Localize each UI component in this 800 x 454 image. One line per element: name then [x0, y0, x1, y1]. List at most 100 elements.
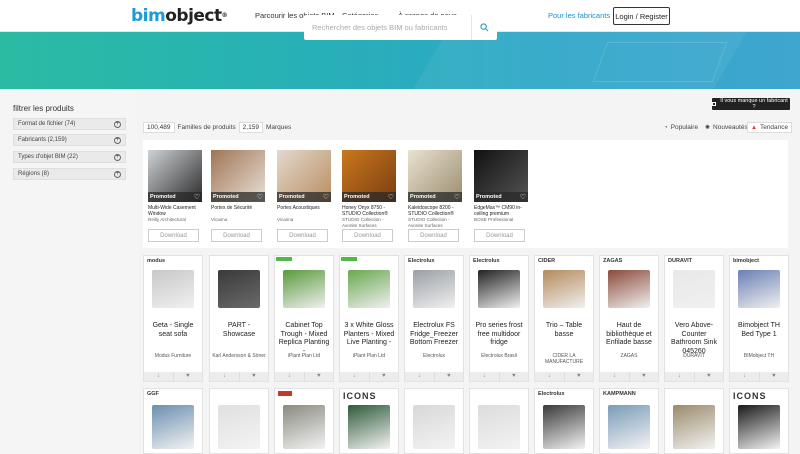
- product-image[interactable]: [665, 389, 723, 451]
- heart-icon[interactable]: ♥: [498, 372, 529, 381]
- heart-icon[interactable]: ♥: [238, 372, 269, 381]
- product-image[interactable]: DURAVIT: [665, 256, 723, 318]
- product-title[interactable]: Bimobject TH Bed Type 1: [732, 322, 786, 339]
- promoted-item[interactable]: Promoted ♡ Portes de Sécurité Vicaima: [211, 150, 265, 223]
- product-image[interactable]: [275, 389, 333, 451]
- heart-icon[interactable]: ♡: [194, 193, 200, 201]
- login-register-button[interactable]: Login / Register: [613, 7, 670, 25]
- product-card[interactable]: ICONS: [339, 388, 399, 454]
- heart-icon[interactable]: ♥: [563, 372, 594, 381]
- product-brand[interactable]: ZAGAS: [602, 353, 656, 359]
- product-card[interactable]: [209, 388, 269, 454]
- download-icon[interactable]: ↓: [405, 372, 434, 381]
- product-card[interactable]: [664, 388, 724, 454]
- product-brand[interactable]: Electrolux Brasil: [472, 353, 526, 359]
- heart-icon[interactable]: ♥: [628, 372, 659, 381]
- heart-icon[interactable]: ♡: [257, 193, 263, 201]
- promoted-image[interactable]: Promoted ♡: [342, 150, 396, 202]
- promoted-brand[interactable]: STUDIO Collection - Avonite Surfaces: [408, 217, 462, 228]
- product-image[interactable]: [340, 256, 398, 318]
- product-brand[interactable]: BIMobject TH: [732, 353, 786, 359]
- product-brand[interactable]: Modus Furniture: [146, 353, 200, 359]
- product-card[interactable]: ICONS: [729, 388, 789, 454]
- product-image[interactable]: [405, 389, 463, 451]
- heart-icon[interactable]: ♥: [693, 372, 724, 381]
- product-brand[interactable]: Electrolux: [407, 353, 461, 359]
- product-image[interactable]: modus: [144, 256, 202, 318]
- nav-manufacturers-link[interactable]: Pour les fabricants: [548, 11, 610, 20]
- heart-icon[interactable]: ♡: [388, 193, 394, 201]
- promoted-item[interactable]: Promoted ♡ Honey Onyx 8750 - STUDIO Collec…: [342, 150, 396, 228]
- product-image[interactable]: GGF: [144, 389, 202, 451]
- search-input[interactable]: [304, 15, 471, 40]
- search-button[interactable]: [471, 15, 497, 40]
- promoted-item[interactable]: Promoted ♡ Portes Acoustiques Vicaima: [277, 150, 331, 223]
- promoted-item[interactable]: Promoted ♡ Kaleidoscope 8200 - STUDIO Coll…: [408, 150, 462, 228]
- product-title[interactable]: Geta - Single seat sofa: [146, 322, 200, 339]
- download-button[interactable]: Download: [211, 229, 262, 242]
- product-title[interactable]: Pro series frost free multidoor fridge: [472, 322, 526, 348]
- download-icon[interactable]: ↓: [730, 372, 759, 381]
- download-icon[interactable]: ↓: [210, 372, 239, 381]
- heart-icon[interactable]: ♡: [323, 193, 329, 201]
- product-image[interactable]: Electrolux: [405, 256, 463, 318]
- product-brand[interactable]: iPlant Plan Ltd: [277, 353, 331, 359]
- promoted-title[interactable]: EdgeMax™ CM90 in-ceiling premium: [474, 205, 528, 217]
- download-icon[interactable]: ↓: [144, 372, 173, 381]
- product-image[interactable]: CIDER: [535, 256, 593, 318]
- product-title[interactable]: PART - Showcase: [212, 322, 266, 339]
- promoted-brand[interactable]: Vicaima: [277, 217, 331, 223]
- promoted-item[interactable]: Promoted ♡ Multi-Wide Casement Window Reill…: [148, 150, 202, 223]
- promoted-title[interactable]: Portes de Sécurité: [211, 205, 265, 217]
- product-title[interactable]: Vero Above-Counter Bathroom Sink 045260: [667, 322, 721, 356]
- product-card[interactable]: Electrolux Electrolux FS Fridge_Freezer B…: [404, 255, 464, 382]
- filter-object-types[interactable]: Types d'objet BIM (22) +: [13, 151, 126, 163]
- promoted-brand[interactable]: Reilly Architectural: [148, 217, 202, 223]
- product-image[interactable]: bimobject: [730, 256, 788, 318]
- promoted-image[interactable]: Promoted ♡: [408, 150, 462, 202]
- sort-trend[interactable]: ▲ Tendance: [747, 122, 793, 133]
- product-card[interactable]: [274, 388, 334, 454]
- product-card[interactable]: GGF: [143, 388, 203, 454]
- download-icon[interactable]: ↓: [535, 372, 564, 381]
- promoted-title[interactable]: Honey Onyx 8750 - STUDIO Collection®: [342, 205, 396, 217]
- product-title[interactable]: Electrolux FS Fridge_Freezer Bottom Free…: [407, 322, 461, 348]
- product-image[interactable]: KAMPMANN: [600, 389, 658, 451]
- product-card[interactable]: ZAGAS Haut de bibliothèque et Enfilade ba…: [599, 255, 659, 382]
- heart-icon[interactable]: ♡: [520, 193, 526, 201]
- bimobject-logo[interactable]: bimobject®: [131, 7, 228, 25]
- sort-new[interactable]: ✺ Nouveautés: [705, 124, 748, 131]
- filter-regions[interactable]: Régions (8) +: [13, 168, 126, 180]
- product-card[interactable]: Electrolux: [534, 388, 594, 454]
- product-image[interactable]: [210, 256, 268, 318]
- heart-icon[interactable]: ♥: [433, 372, 464, 381]
- promoted-image[interactable]: Promoted ♡: [474, 150, 528, 202]
- download-icon[interactable]: ↓: [470, 372, 499, 381]
- promoted-image[interactable]: Promoted ♡: [211, 150, 265, 202]
- heart-icon[interactable]: ♡: [454, 193, 460, 201]
- download-button[interactable]: Download: [342, 229, 393, 242]
- product-card[interactable]: bimobject Bimobject TH Bed Type 1 BIMobjec…: [729, 255, 789, 382]
- download-button[interactable]: Download: [277, 229, 328, 242]
- product-card[interactable]: CIDER Trio – Table basse CIDER LA MANUFACT…: [534, 255, 594, 382]
- download-button[interactable]: Download: [474, 229, 525, 242]
- download-button[interactable]: Download: [408, 229, 459, 242]
- promoted-title[interactable]: Kaleidoscope 8200 - STUDIO Collection®: [408, 205, 462, 217]
- product-image[interactable]: ICONS: [730, 389, 788, 451]
- product-title[interactable]: Trio – Table basse: [537, 322, 591, 339]
- promoted-image[interactable]: Promoted ♡: [277, 150, 331, 202]
- heart-icon[interactable]: ♥: [172, 372, 203, 381]
- product-brand[interactable]: CIDER LA MANUFACTURE: [537, 353, 591, 365]
- product-image[interactable]: [275, 256, 333, 318]
- promoted-title[interactable]: Portes Acoustiques: [277, 205, 331, 217]
- product-title[interactable]: Haut de bibliothèque et Enfilade basse: [602, 322, 656, 348]
- product-card[interactable]: KAMPMANN: [599, 388, 659, 454]
- product-brand[interactable]: Karl Andersson & Söner: [212, 353, 266, 359]
- product-brand[interactable]: iPlant Plan Ltd: [342, 353, 396, 359]
- product-card[interactable]: modus Geta - Single seat sofa Modus Furnit…: [143, 255, 203, 382]
- product-image[interactable]: [470, 389, 528, 451]
- heart-icon[interactable]: ♥: [758, 372, 789, 381]
- heart-icon[interactable]: ♥: [368, 372, 399, 381]
- download-icon[interactable]: ↓: [600, 372, 629, 381]
- product-title[interactable]: Cabinet Top Trough - Mixed Replica Plant…: [277, 322, 331, 356]
